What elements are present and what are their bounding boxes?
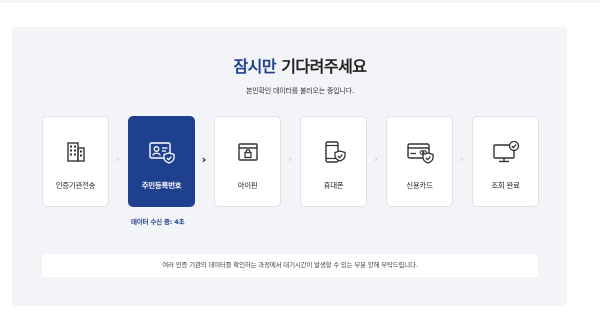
title-highlight: 잠시만 <box>233 57 277 76</box>
top-divider <box>0 0 600 3</box>
receiving-status: 데이터 수신 중: 4초 <box>131 218 185 226</box>
page-subtitle: 본인확인 데이터를 불러오는 중입니다. <box>246 87 354 95</box>
chevron-right-icon: › <box>201 153 207 166</box>
chevron-right-icon: › <box>460 154 464 165</box>
step-label: 신용카드 <box>406 181 433 190</box>
chevron-right-icon: › <box>116 154 120 165</box>
step-ipin: 아이핀 <box>214 116 281 207</box>
chevron-right-icon: › <box>374 154 378 165</box>
step-label: 조회 완료 <box>491 181 520 190</box>
step-certification-transfer: 인증기관전송 <box>42 116 109 207</box>
monitor-check-icon <box>473 139 538 165</box>
step-credit-card: 신용카드 <box>386 116 453 207</box>
phone-check-icon <box>301 139 366 165</box>
progress-steps: 인증기관전송 › 주민등록번호 › 아이핀 › 휴대폰 › 신용카드 › 조회 … <box>0 116 600 208</box>
step-label: 아이핀 <box>237 181 258 190</box>
step-resident-number: 주민등록번호 <box>128 116 195 207</box>
step-label: 인증기관전송 <box>55 181 96 190</box>
wait-notice: 여러 인증 기관의 데이터를 확인하는 과정에서 대기시간이 발생할 수 있는 … <box>42 254 538 277</box>
step-label: 주민등록번호 <box>141 181 182 190</box>
id-card-check-icon <box>129 139 194 165</box>
browser-lock-icon <box>215 139 280 165</box>
step-label: 휴대폰 <box>323 181 344 190</box>
page-title: 잠시만 기다려주세요 <box>0 53 600 77</box>
chevron-right-icon: › <box>288 154 292 165</box>
building-icon <box>43 139 108 165</box>
credit-card-check-icon <box>387 139 452 165</box>
step-mobile-phone: 휴대폰 <box>300 116 367 207</box>
title-rest: 기다려주세요 <box>281 57 367 76</box>
step-lookup-complete: 조회 완료 <box>472 116 539 207</box>
